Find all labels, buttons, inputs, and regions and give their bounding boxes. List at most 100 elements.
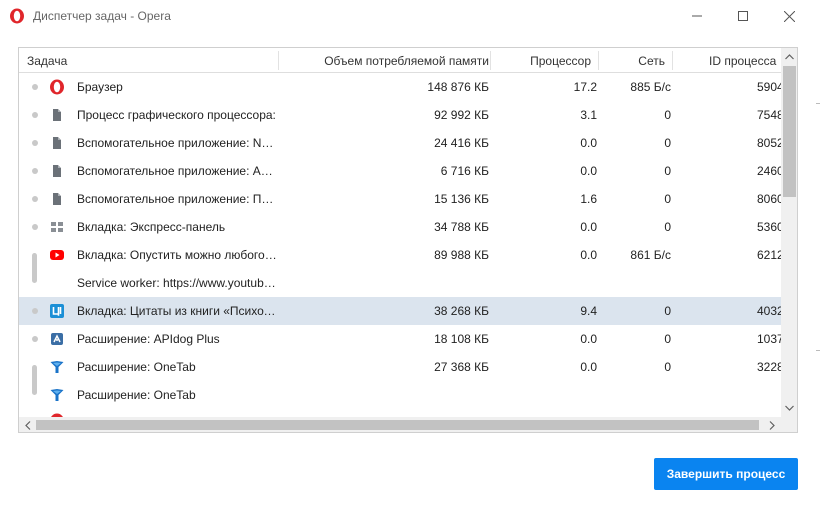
pid-value: 2460: [757, 164, 781, 178]
table-row[interactable]: Расширение: APIdog Plus 18 108 КБ 0.0 0 …: [19, 325, 781, 353]
cpu-value: 3.1: [580, 108, 597, 122]
task-name: Расширение: APIdog Plus: [77, 332, 220, 346]
scroll-left-button[interactable]: [20, 417, 36, 432]
maximize-icon: [738, 11, 748, 21]
horizontal-scrollbar[interactable]: [19, 417, 781, 432]
row-bullet: [32, 84, 38, 90]
table-row[interactable]: Браузер 148 876 КБ 17.2 885 Б/с 5904: [19, 73, 781, 101]
column-header-network[interactable]: Сеть: [599, 48, 665, 73]
table-row[interactable]: Вспомогательное приложение: Ne… 24 416 К…: [19, 129, 781, 157]
title-bar: Диспетчер задач - Opera: [0, 0, 820, 32]
task-name: Расширение: OneTab: [77, 388, 196, 402]
grid-icon: [51, 222, 63, 232]
memory-value: 89 988 КБ: [434, 248, 489, 262]
close-icon: [783, 10, 795, 22]
background-edge-artifact: [816, 103, 820, 104]
row-bullet: [32, 224, 38, 230]
task-name: Вспомогательное приложение: Ne…: [77, 136, 277, 150]
opera-icon: [10, 8, 24, 24]
task-name: Расширение: OneTab: [77, 360, 196, 374]
youtube-icon: [50, 250, 64, 260]
task-table: Задача Объем потребляемой памяти Процесс…: [18, 47, 798, 433]
chevron-right-icon: [769, 420, 775, 430]
table-header: Задача Объем потребляемой памяти Процесс…: [19, 48, 781, 73]
minimize-button[interactable]: [674, 0, 720, 32]
pid-value: 8060: [757, 192, 781, 206]
column-header-cpu[interactable]: Процессор: [489, 48, 591, 73]
pid-value: 6212: [757, 248, 781, 262]
table-row[interactable]: Расширение: OneTab: [19, 381, 781, 409]
table-row[interactable]: Вкладка: Цитаты из книги «Психол… 38 268…: [19, 297, 781, 325]
pid-value: 8052: [757, 136, 781, 150]
table-body: Браузер 148 876 КБ 17.2 885 Б/с 5904 Про…: [19, 73, 781, 417]
pid-value: 7548: [757, 108, 781, 122]
network-value: 885 Б/с: [630, 80, 671, 94]
table-row[interactable]: Процесс графического процессора: 92 992 …: [19, 101, 781, 129]
column-divider[interactable]: [672, 51, 673, 70]
document-icon: [53, 137, 61, 149]
memory-value: 27 368 КБ: [434, 360, 489, 374]
memory-value: 18 108 КБ: [434, 332, 489, 346]
network-value: 0: [664, 332, 671, 346]
cpu-value: 0.0: [580, 164, 597, 178]
maximize-button[interactable]: [720, 0, 766, 32]
cpu-value: 0.0: [580, 220, 597, 234]
minimize-icon: [692, 15, 702, 17]
vertical-scrollbar[interactable]: [781, 48, 797, 417]
pid-value: 5904: [757, 80, 781, 94]
task-name: Вспомогательное приложение: Пр…: [77, 192, 277, 206]
network-value: 0: [664, 220, 671, 234]
onetab-icon: [50, 389, 64, 401]
network-value: 0: [664, 136, 671, 150]
cpu-value: 17.2: [573, 80, 597, 94]
scroll-right-button[interactable]: [764, 417, 780, 432]
chevron-left-icon: [25, 420, 31, 430]
cpu-value: 0.0: [580, 136, 597, 150]
network-value: 0: [664, 164, 671, 178]
end-process-button[interactable]: Завершить процесс: [654, 458, 798, 490]
column-header-pid[interactable]: ID процесса: [709, 48, 781, 73]
row-bullet: [32, 168, 38, 174]
table-row[interactable]: Вкладка: Экспресс-панель 34 788 КБ 0.0 0…: [19, 213, 781, 241]
chevron-down-icon: [784, 405, 794, 411]
table-row[interactable]: Расширение: OneTab 27 368 КБ 0.0 0 3228: [19, 353, 781, 395]
cpu-value: 9.4: [580, 304, 597, 318]
network-value: 861 Б/с: [630, 248, 671, 262]
cpu-value: 0.0: [580, 332, 597, 346]
task-name: Вкладка: Цитаты из книги «Психол…: [77, 304, 277, 318]
network-value: 0: [664, 304, 671, 318]
table-row[interactable]: Вспомогательное приложение: Au… 6 716 КБ…: [19, 157, 781, 185]
column-header-memory[interactable]: Объем потребляемой памяти: [279, 48, 489, 73]
pid-value: 5360: [757, 220, 781, 234]
row-bullet: [32, 140, 38, 146]
column-header-task[interactable]: Задача: [27, 48, 227, 73]
memory-value: 92 992 КБ: [434, 108, 489, 122]
window-title: Диспетчер задач - Opera: [33, 9, 171, 23]
scroll-up-button[interactable]: [781, 49, 797, 65]
row-bullet: [32, 336, 38, 342]
table-row[interactable]: Service worker: https://www.youtub…: [19, 269, 781, 297]
pid-value: 3228: [757, 360, 781, 374]
cpu-value: 1.6: [580, 192, 597, 206]
memory-value: 34 788 КБ: [434, 220, 489, 234]
row-bullet: [32, 112, 38, 118]
memory-value: 15 136 КБ: [434, 192, 489, 206]
task-name: Service worker: https://www.youtub…: [77, 276, 276, 290]
network-value: 0: [664, 192, 671, 206]
memory-value: 24 416 КБ: [434, 136, 489, 150]
task-name: Браузер: [77, 80, 123, 94]
row-bullet: [32, 196, 38, 202]
scrollbar-corner: [781, 417, 797, 432]
close-button[interactable]: [766, 0, 812, 32]
vertical-scroll-thumb[interactable]: [783, 66, 796, 197]
pid-value: 10372: [757, 332, 781, 346]
table-row[interactable]: Вкладка: Опустить можно любого:… 89 988 …: [19, 241, 781, 283]
scroll-down-button[interactable]: [781, 400, 797, 416]
pid-value: 4032: [757, 304, 781, 318]
opera-icon: [50, 79, 64, 95]
table-row[interactable]: Вспомогательное приложение: Пр… 15 136 К…: [19, 185, 781, 213]
onetab-icon: [50, 361, 64, 373]
horizontal-scroll-thumb[interactable]: [36, 420, 759, 430]
network-value: 0: [664, 108, 671, 122]
task-name: Вкладка: Опустить можно любого:…: [77, 248, 277, 262]
